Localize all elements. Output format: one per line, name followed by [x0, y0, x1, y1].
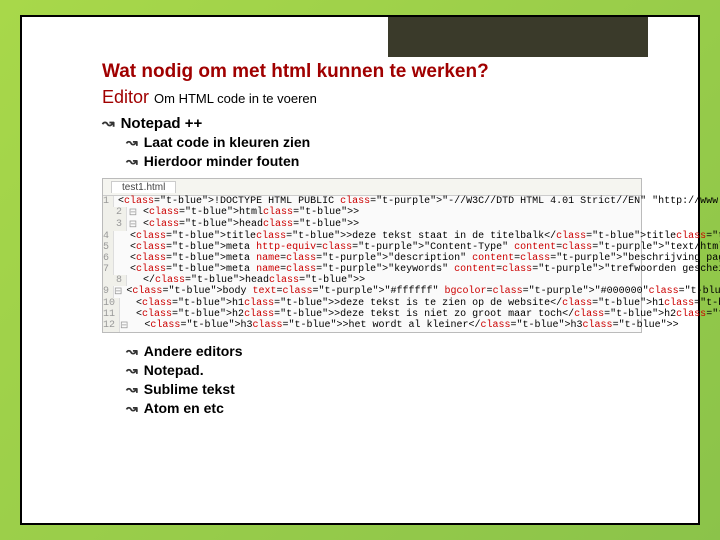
code-line: 12⊟ <class="t-blue">h3class="t-blue">>he… [103, 320, 641, 332]
top-bullet-list: Notepad ++ Laat code in kleuren zien Hie… [102, 114, 658, 170]
code-text: <class="t-blue">titleclass="t-blue">>dez… [114, 231, 720, 242]
code-text: <class="t-blue">h2class="t-blue">>deze t… [120, 309, 720, 320]
line-number: 1 [103, 196, 114, 207]
list-item: Sublime tekst [126, 381, 658, 398]
slide-content: Wat nodig om met html kunnen te werken? … [22, 17, 698, 439]
fold-icon: ⊟ [114, 286, 122, 298]
code-body: 1<class="t-blue">!DOCTYPE HTML PUBLIC cl… [103, 196, 641, 332]
code-text: <class="t-blue">meta name=class="t-purpl… [114, 264, 720, 275]
fold-icon [127, 275, 139, 286]
slide: Wat nodig om met html kunnen te werken? … [20, 15, 700, 525]
subtitle-small: Om HTML code in te voeren [154, 91, 317, 106]
line-number: 11 [103, 309, 120, 320]
code-line: 2⊟<class="t-blue">htmlclass="t-blue">> [103, 207, 641, 219]
line-number: 12 [103, 320, 120, 332]
code-text: </class="t-blue">headclass="t-blue">> [139, 275, 365, 286]
editor-tab-bar: test1.html [103, 179, 641, 196]
editor-tab: test1.html [111, 181, 176, 193]
code-text: <class="t-blue">htmlclass="t-blue">> [139, 207, 359, 219]
code-text: <class="t-blue">meta http-equiv=class="t… [114, 242, 720, 253]
line-number: 5 [103, 242, 114, 253]
code-line: 1<class="t-blue">!DOCTYPE HTML PUBLIC cl… [103, 196, 641, 207]
subtitle-main: Editor [102, 87, 149, 107]
list-item: Laat code in kleuren zien [126, 134, 658, 151]
line-number: 3 [103, 219, 127, 231]
code-text: <class="t-blue">h1class="t-blue">>deze t… [120, 298, 720, 309]
code-line: 4 <class="t-blue">titleclass="t-blue">>d… [103, 231, 641, 242]
list-item: Atom en etc [126, 400, 658, 417]
fold-icon: ⊟ [127, 207, 139, 219]
bottom-bullet-list: Andere editors Notepad. Sublime tekst At… [102, 343, 658, 417]
code-line: 8 </class="t-blue">headclass="t-blue">> [103, 275, 641, 286]
code-line: 7 <class="t-blue">meta name=class="t-pur… [103, 264, 641, 275]
fold-icon: ⊟ [120, 320, 128, 332]
code-line: 3⊟<class="t-blue">headclass="t-blue">> [103, 219, 641, 231]
line-number: 6 [103, 253, 114, 264]
slide-title: Wat nodig om met html kunnen te werken? [102, 61, 658, 83]
list-item: Notepad ++ [102, 114, 658, 132]
fold-icon: ⊟ [127, 219, 139, 231]
list-item: Andere editors [126, 343, 658, 360]
line-number: 9 [103, 286, 114, 298]
line-number: 2 [103, 207, 127, 219]
code-editor-screenshot: test1.html 1<class="t-blue">!DOCTYPE HTM… [102, 178, 642, 333]
code-text: <class="t-blue">headclass="t-blue">> [139, 219, 359, 231]
decorative-dark-box [388, 17, 648, 57]
slide-subtitle: Editor Om HTML code in te voeren [102, 87, 658, 108]
list-item: Hierdoor minder fouten [126, 153, 658, 170]
code-text: <class="t-blue">!DOCTYPE HTML PUBLIC cla… [114, 196, 720, 207]
line-number: 8 [103, 275, 127, 286]
code-line: 10 <class="t-blue">h1class="t-blue">>dez… [103, 298, 641, 309]
code-line: 5 <class="t-blue">meta http-equiv=class=… [103, 242, 641, 253]
code-line: 11 <class="t-blue">h2class="t-blue">>dez… [103, 309, 641, 320]
code-line: 9⊟<class="t-blue">body text=class="t-pur… [103, 286, 641, 298]
code-text: <class="t-blue">body text=class="t-purpl… [122, 286, 720, 298]
code-line: 6 <class="t-blue">meta name=class="t-pur… [103, 253, 641, 264]
line-number: 10 [103, 298, 120, 309]
list-item: Notepad. [126, 362, 658, 379]
line-number: 7 [103, 264, 114, 275]
code-text: <class="t-blue">h3class="t-blue">>het wo… [128, 320, 678, 332]
code-text: <class="t-blue">meta name=class="t-purpl… [114, 253, 720, 264]
line-number: 4 [103, 231, 114, 242]
